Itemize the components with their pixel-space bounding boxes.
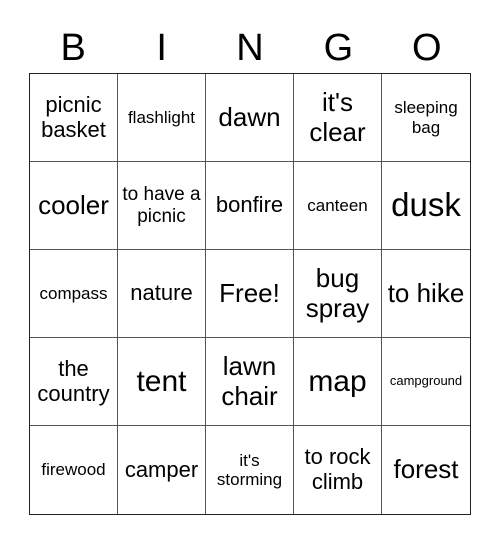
bingo-cell-i2[interactable]: to have a picnic <box>118 162 206 250</box>
cell-label: firewood <box>41 460 106 480</box>
bingo-cell-b1[interactable]: picnic basket <box>30 74 118 162</box>
cell-label: tent <box>136 364 187 398</box>
bingo-cell-b4[interactable]: the country <box>30 338 118 426</box>
cell-label: nature <box>130 280 193 306</box>
cell-label: dawn <box>218 101 281 132</box>
bingo-cell-o3[interactable]: to hike <box>382 250 470 338</box>
bingo-cell-n2[interactable]: bonfire <box>206 162 294 250</box>
cell-label: bug spray <box>305 263 370 323</box>
header-letter-o: O <box>412 27 442 69</box>
header-letter-b: B <box>60 27 86 69</box>
bingo-cell-g1[interactable]: it's clear <box>294 74 382 162</box>
cell-label: flashlight <box>127 107 196 127</box>
cell-label: to rock climb <box>304 444 371 494</box>
cell-label: cooler <box>38 189 109 220</box>
bingo-cell-o1[interactable]: sleeping bag <box>382 74 470 162</box>
bingo-cell-n1[interactable]: dawn <box>206 74 294 162</box>
cell-label: compass <box>39 283 108 303</box>
bingo-header: B I N G O <box>29 22 471 74</box>
cell-label: dusk <box>391 186 461 224</box>
bingo-cell-i4[interactable]: tent <box>118 338 206 426</box>
bingo-cell-i3[interactable]: nature <box>118 250 206 338</box>
bingo-cell-g3[interactable]: bug spray <box>294 250 382 338</box>
free-space-cell[interactable]: Free! <box>206 250 294 338</box>
cell-label: sleeping bag <box>394 98 458 137</box>
cell-label: it's clear <box>309 87 366 147</box>
header-letter-g: G <box>323 27 354 69</box>
bingo-cell-b3[interactable]: compass <box>30 250 118 338</box>
bingo-cell-g4[interactable]: map <box>294 338 382 426</box>
bingo-cell-o4[interactable]: campground <box>382 338 470 426</box>
bingo-cell-o5[interactable]: forest <box>382 426 470 514</box>
cell-label: to hike <box>387 277 465 308</box>
cell-label: map <box>308 364 367 398</box>
bingo-cell-i1[interactable]: flashlight <box>118 74 206 162</box>
bingo-cell-b5[interactable]: firewood <box>30 426 118 514</box>
bingo-cell-n5[interactable]: it's storming <box>206 426 294 514</box>
bingo-grid: picnic basket flashlight dawn it's clear sle… <box>29 73 471 515</box>
cell-label: canteen <box>307 195 368 215</box>
cell-label: forest <box>393 454 459 485</box>
cell-label: picnic basket <box>41 91 106 142</box>
cell-label: it's storming <box>216 450 283 489</box>
bingo-cell-n4[interactable]: lawn chair <box>206 338 294 426</box>
cell-label: lawn chair <box>221 351 278 411</box>
cell-label: Free! <box>219 277 280 308</box>
cell-label: bonfire <box>215 192 284 218</box>
header-letter-i: I <box>156 27 167 69</box>
bingo-cell-i5[interactable]: camper <box>118 426 206 514</box>
bingo-cell-o2[interactable]: dusk <box>382 162 470 250</box>
cell-label: camper <box>124 456 199 482</box>
bingo-cell-g2[interactable]: canteen <box>294 162 382 250</box>
bingo-cell-b2[interactable]: cooler <box>30 162 118 250</box>
cell-label: to have a picnic <box>122 184 201 227</box>
cell-label: campground <box>389 373 463 389</box>
cell-label: the country <box>37 355 110 406</box>
header-letter-n: N <box>236 27 264 69</box>
bingo-cell-g5[interactable]: to rock climb <box>294 426 382 514</box>
